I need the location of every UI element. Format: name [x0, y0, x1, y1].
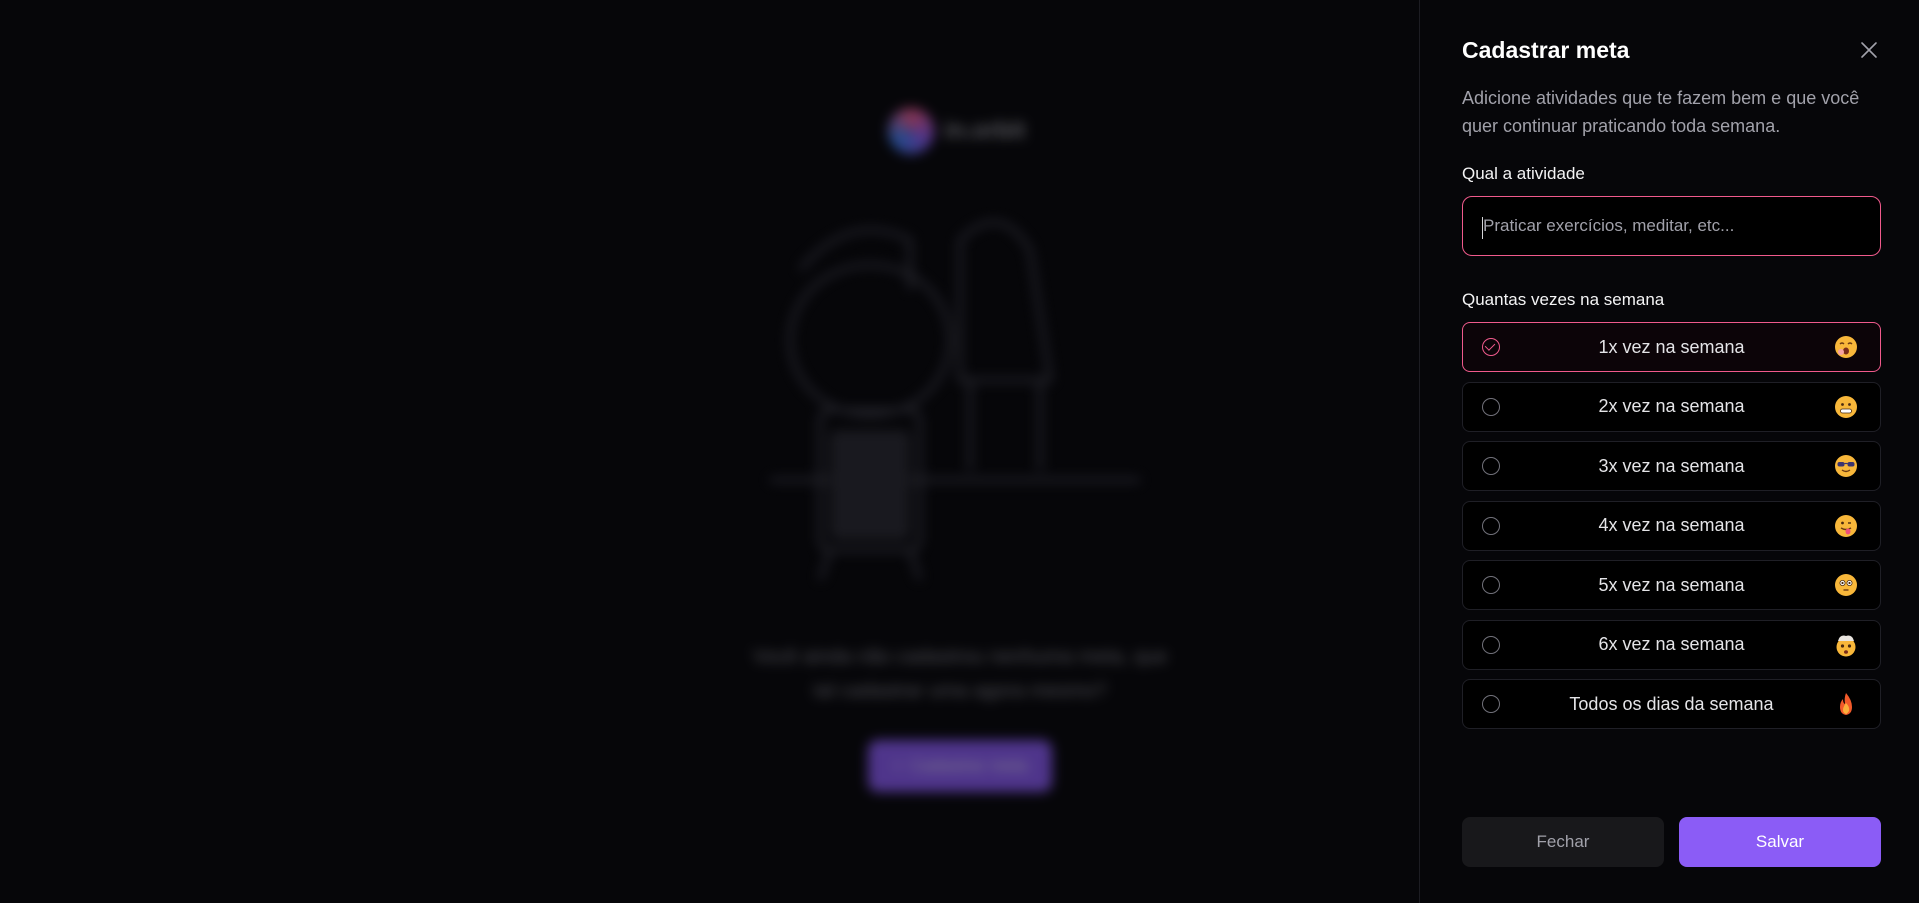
option-label: 3x vez na semana [1598, 455, 1745, 476]
radio-checked-icon [1482, 338, 1500, 356]
frequency-option-6[interactable]: 6x vez na semana [1462, 619, 1881, 670]
radio-unchecked-icon [1482, 457, 1500, 475]
fire-icon [1834, 692, 1858, 716]
frequency-option-2[interactable]: 2x vez na semana [1462, 381, 1881, 432]
create-goal-dialog: Cadastrar meta Adicione atividades que t… [1419, 0, 1919, 903]
option-label: 2x vez na semana [1598, 396, 1745, 416]
frequency-option-5[interactable]: 5x vez na semana [1462, 560, 1881, 610]
sunglasses-face-icon [1834, 454, 1858, 478]
grimacing-face-icon [1834, 395, 1858, 419]
plus-icon: + [892, 756, 903, 775]
option-label: 1x vez na semana [1598, 336, 1745, 357]
tongue-face-icon [1834, 514, 1858, 538]
frequency-option-7[interactable]: Todos os dias da semana [1462, 679, 1881, 729]
empty-state-illustration [770, 219, 1140, 581]
exploding-head-icon [1834, 633, 1858, 657]
activity-input-wrapper [1462, 196, 1881, 256]
dialog-description: Adicione atividades que te fazem bem e q… [1462, 88, 1860, 136]
activity-label: Qual a atividade [1462, 164, 1585, 183]
radio-unchecked-icon [1482, 397, 1500, 416]
option-label: 6x vez na semana [1598, 634, 1745, 654]
app-logo: in.orbit [888, 108, 1025, 154]
radio-unchecked-icon [1482, 576, 1500, 594]
logo-text: in.orbit [944, 117, 1026, 144]
frequency-option-3[interactable]: 3x vez na semana [1462, 441, 1881, 491]
radio-unchecked-icon [1482, 695, 1500, 713]
background-page: in.orbit Você ainda não cadastrou nenhum… [0, 0, 1420, 903]
dialog-title: Cadastrar meta [1462, 37, 1630, 63]
radio-unchecked-icon [1482, 635, 1500, 654]
frequency-option-1[interactable]: 1x vez na semana [1462, 322, 1881, 372]
frequency-option-4[interactable]: 4x vez na semana [1462, 500, 1881, 551]
radio-unchecked-icon [1482, 516, 1500, 535]
close-icon[interactable] [1857, 38, 1881, 62]
activity-input[interactable] [1463, 197, 1880, 255]
logo-mark-icon [888, 108, 934, 154]
text-caret [1482, 217, 1483, 239]
frequency-label: Quantas vezes na semana [1462, 290, 1665, 309]
dialog-footer: Fechar Salvar [1462, 817, 1881, 867]
flushed-face-icon [1834, 573, 1858, 597]
save-button[interactable]: Salvar [1679, 817, 1881, 867]
close-button[interactable]: Fechar [1462, 817, 1664, 867]
frequency-options: 1x vez na semana 2x vez na semana 3x vez… [1462, 322, 1881, 739]
option-label: 4x vez na semana [1598, 515, 1745, 535]
option-label: Todos os dias da semana [1569, 693, 1774, 714]
background-create-goal-label: Cadastrar meta [910, 756, 1028, 775]
option-label: 5x vez na semana [1598, 574, 1745, 595]
yawning-face-icon [1834, 335, 1858, 359]
background-create-goal-button: + Cadastrar meta [868, 740, 1052, 792]
empty-state-text: Você ainda não cadastrou nenhuma meta, q… [752, 646, 1168, 702]
